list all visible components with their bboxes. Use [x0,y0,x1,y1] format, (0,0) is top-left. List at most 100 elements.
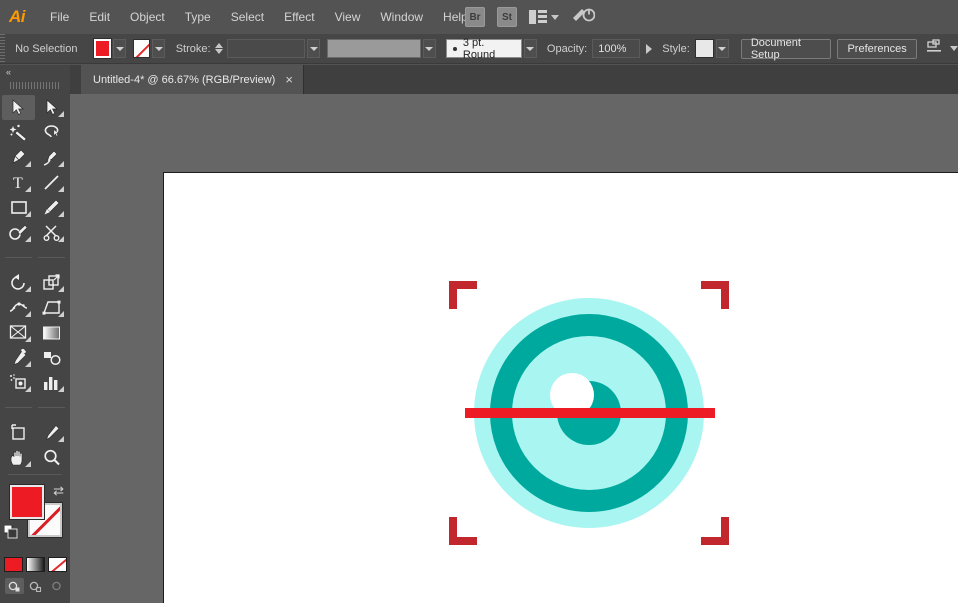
lasso-tool[interactable] [35,120,68,145]
swap-fill-stroke-icon[interactable]: ⇄ [53,483,64,499]
drawing-mode-buttons [0,578,70,594]
gradient-tool[interactable] [35,320,68,345]
arrange-documents-icon[interactable] [529,10,559,24]
menu-effect[interactable]: Effect [274,6,324,28]
direct-selection-tool[interactable] [35,95,68,120]
document-tab-bar: Untitled-4* @ 66.67% (RGB/Preview) × [70,65,958,94]
align-chevron-down-icon[interactable] [949,46,958,51]
default-fill-stroke-icon[interactable] [3,524,18,544]
rotate-tool[interactable] [2,270,35,295]
menu-select[interactable]: Select [221,6,274,28]
toolbar-divider-2 [35,245,68,270]
stroke-weight-stepper[interactable] [214,43,223,54]
corner-bracket-top-right [701,281,729,309]
brush-dropdown-arrow[interactable] [523,39,537,58]
close-icon[interactable]: × [285,73,293,86]
blend-tool[interactable] [35,345,68,370]
canvas-area[interactable] [70,94,958,603]
selection-tool[interactable] [2,95,35,120]
tool-grid: T [2,95,70,470]
variable-width-dropdown-arrow[interactable] [422,39,437,58]
illustrator-window: Ai File Edit Object Type Select Effect V… [0,0,958,603]
artboard[interactable] [163,172,958,603]
magic-wand-tool[interactable] [2,120,35,145]
free-transform-tool[interactable] [35,295,68,320]
color-mode-buttons [0,557,70,572]
menu-object[interactable]: Object [120,6,175,28]
fill-dropdown-arrow[interactable] [113,39,127,58]
rectangle-tool[interactable] [2,195,35,220]
eyedropper-tool[interactable] [2,345,35,370]
stepper-up-icon [214,43,223,48]
control-bar-grip[interactable] [0,33,6,64]
zoom-tool[interactable] [35,445,68,470]
stroke-color-swatch[interactable] [133,39,151,58]
opacity-input[interactable]: 100% [592,39,641,58]
toolbar-divider-4 [35,395,68,420]
menu-edit[interactable]: Edit [79,6,120,28]
tools-panel-grip[interactable] [10,79,60,91]
menu-file[interactable]: File [40,6,79,28]
scale-tool[interactable] [35,270,68,295]
menu-items: File Edit Object Type Select Effect View… [40,6,478,28]
preferences-button[interactable]: Preferences [837,38,917,59]
draw-normal-icon[interactable] [4,578,24,594]
graphic-style-swatch[interactable] [694,39,714,58]
stroke-weight-input[interactable] [226,39,306,58]
color-swatch-button[interactable] [3,557,23,572]
style-label: Style: [662,42,690,55]
workspace-switcher-icon[interactable] [571,6,596,29]
corner-bracket-bottom-left [449,517,477,545]
slice-tool[interactable] [35,420,68,445]
variable-width-profile-input[interactable] [326,39,421,58]
app-logo-icon: Ai [9,7,26,26]
svg-text:T: T [13,175,23,191]
tools-panel: « T ⇄ [0,65,70,603]
control-bar: No Selection Stroke: 3 pt. Round Opacity… [0,33,958,64]
tools-panel-header[interactable]: « [0,65,70,79]
stroke-weight-label: Stroke: [175,42,211,55]
fill-color-swatch[interactable] [92,38,113,59]
artboard-tool[interactable] [2,420,35,445]
menu-window[interactable]: Window [370,6,433,28]
menu-type[interactable]: Type [175,6,221,28]
stroke-weight-dropdown-arrow[interactable] [307,39,321,58]
gradient-swatch-button[interactable] [25,557,45,572]
bridge-icon[interactable]: Br [465,7,485,27]
toolbar-divider-3 [2,395,35,420]
scissors-tool[interactable] [35,220,68,245]
radar-target-illustration[interactable] [164,173,958,603]
brush-preview-icon [453,46,457,51]
menu-bar-right-tools: Br St [465,0,596,34]
draw-inside-icon[interactable] [47,578,66,594]
document-tab[interactable]: Untitled-4* @ 66.67% (RGB/Preview) × [81,65,304,94]
hand-tool[interactable] [2,445,35,470]
column-graph-tool[interactable] [35,370,68,395]
symbol-sprayer-tool[interactable] [2,370,35,395]
fill-stroke-controls: ⇄ [0,481,70,555]
toolbar-fill-swatch[interactable] [9,484,45,520]
width-tool[interactable] [2,295,35,320]
stock-icon[interactable]: St [497,7,517,27]
stepper-down-icon [214,49,223,54]
paintbrush-tool[interactable] [35,195,68,220]
collapse-panel-icon[interactable]: « [6,67,11,77]
shaper-tool[interactable] [2,220,35,245]
opacity-flyout-icon[interactable] [646,43,653,54]
shape-builder-tool[interactable] [2,320,35,345]
draw-behind-icon[interactable] [26,578,45,594]
line-segment-tool[interactable] [35,170,68,195]
document-setup-button[interactable]: Document Setup [740,37,831,61]
none-swatch-button[interactable] [47,557,67,572]
brush-definition-input[interactable]: 3 pt. Round [446,37,522,61]
toolbar-divider-1 [2,245,35,270]
menu-view[interactable]: View [325,6,371,28]
pen-tool[interactable] [2,145,35,170]
type-tool[interactable]: T [2,170,35,195]
style-dropdown-arrow[interactable] [715,39,729,58]
align-objects-icon[interactable] [926,38,945,59]
stroke-dropdown-arrow[interactable] [152,39,166,58]
curvature-tool[interactable] [35,145,68,170]
opacity-label: Opacity: [546,42,588,55]
corner-bracket-top-left [449,281,477,309]
